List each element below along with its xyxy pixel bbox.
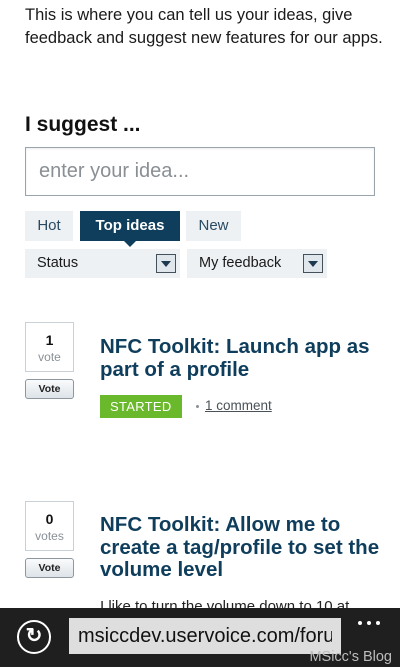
idea-title[interactable]: NFC Toolkit: Launch app as part of a pro… bbox=[100, 335, 385, 381]
vote-count-box: 0 votes bbox=[25, 501, 74, 551]
tab-hot[interactable]: Hot bbox=[25, 211, 73, 241]
vote-button[interactable]: Vote bbox=[25, 558, 74, 578]
more-icon[interactable] bbox=[358, 618, 384, 628]
chevron-down-icon[interactable] bbox=[303, 254, 323, 273]
vote-unit: votes bbox=[35, 529, 64, 543]
status-filter-label: Status bbox=[37, 255, 79, 271]
separator-dot bbox=[196, 405, 199, 408]
vote-button[interactable]: Vote bbox=[25, 379, 74, 399]
tab-top-ideas[interactable]: Top ideas bbox=[80, 211, 180, 241]
intro-text: This is where you can tell us your ideas… bbox=[25, 6, 383, 47]
address-bar[interactable] bbox=[69, 618, 341, 654]
status-badge: STARTED bbox=[100, 395, 182, 418]
chevron-down-icon[interactable] bbox=[156, 254, 176, 273]
vote-count: 0 bbox=[45, 511, 54, 527]
browser-app-bar: ↻ MSicc's Blog bbox=[0, 608, 400, 667]
active-tab-indicator bbox=[124, 241, 136, 247]
idea-input[interactable] bbox=[26, 148, 374, 195]
feedback-filter-select[interactable]: My feedback bbox=[187, 249, 327, 278]
status-filter-select[interactable]: Status bbox=[25, 249, 180, 278]
feedback-filter-label: My feedback bbox=[199, 255, 282, 271]
comment-link[interactable]: 1 comment bbox=[205, 398, 272, 413]
vote-unit: vote bbox=[38, 350, 61, 364]
vote-count: 1 bbox=[45, 332, 54, 348]
suggest-heading: I suggest ... bbox=[25, 113, 141, 136]
watermark: MSicc's Blog bbox=[309, 649, 392, 665]
tab-new[interactable]: New bbox=[186, 211, 241, 241]
idea-title[interactable]: NFC Toolkit: Allow me to create a tag/pr… bbox=[100, 513, 385, 582]
idea-input-box[interactable] bbox=[25, 147, 375, 196]
address-input[interactable] bbox=[69, 618, 341, 654]
vote-count-box: 1 vote bbox=[25, 322, 74, 372]
refresh-icon[interactable]: ↻ bbox=[17, 620, 51, 654]
